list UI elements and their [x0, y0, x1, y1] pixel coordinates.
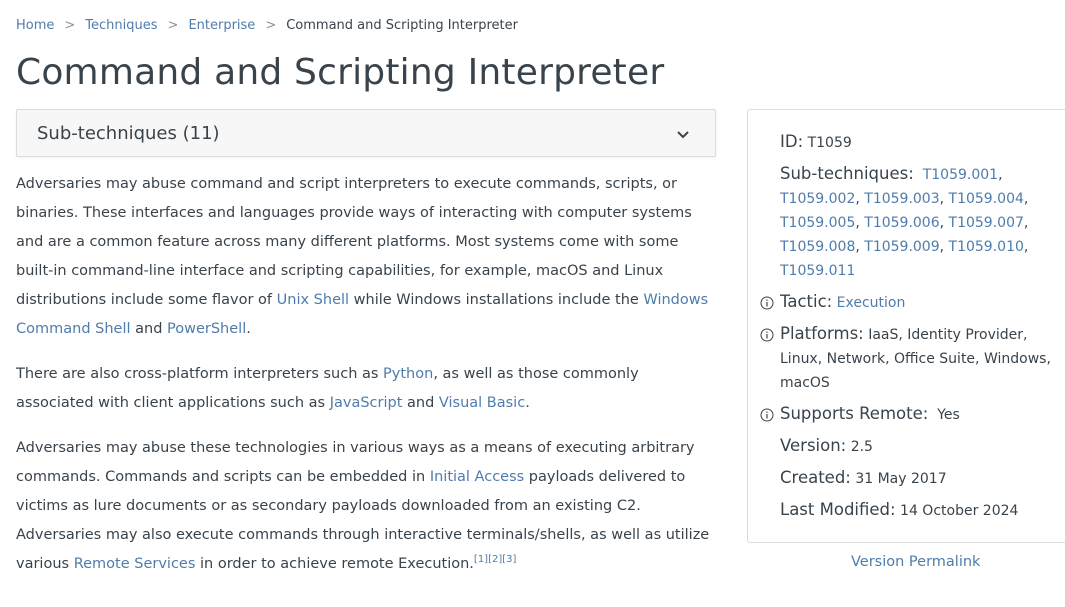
link-javascript[interactable]: JavaScript	[330, 395, 403, 411]
description-paragraph: Adversaries may abuse command and script…	[16, 170, 720, 344]
separator: ,	[855, 191, 865, 207]
breadcrumb-home[interactable]: Home	[16, 18, 54, 33]
description-text: in order to achieve remote Execution.	[195, 556, 474, 572]
card-id-value: T1059	[807, 135, 852, 151]
subtechnique-link[interactable]: T1059.006	[864, 215, 939, 231]
reference-link[interactable]: [1]	[474, 554, 488, 565]
info-icon[interactable]	[760, 408, 774, 422]
card-tactic-row: Tactic: Execution	[780, 290, 905, 315]
card-remote-value: Yes	[937, 407, 960, 423]
link-remote-services[interactable]: Remote Services	[74, 556, 196, 572]
subtechniques-toggle[interactable]: Sub-techniques (11)	[16, 109, 716, 157]
reference-link[interactable]: [2]	[488, 554, 502, 565]
subtechnique-link-list: T1059.001, T1059.002, T1059.003, T1059.0…	[780, 167, 1028, 279]
subtechnique-link[interactable]: T1059.004	[949, 191, 1024, 207]
subtechnique-link[interactable]: T1059.002	[780, 191, 855, 207]
subtechnique-link[interactable]: T1059.005	[780, 215, 855, 231]
card-version-value: 2.5	[850, 439, 873, 455]
description-paragraph: There are also cross-platform interprete…	[16, 360, 720, 418]
separator: ,	[998, 167, 1003, 183]
separator: ,	[855, 239, 865, 255]
link-initial-access[interactable]: Initial Access	[430, 469, 524, 485]
description-text: and	[402, 395, 439, 411]
card-created-value: 31 May 2017	[855, 471, 947, 487]
breadcrumb-current: Command and Scripting Interpreter	[286, 18, 518, 33]
breadcrumb-enterprise[interactable]: Enterprise	[188, 18, 255, 33]
link-powershell[interactable]: PowerShell	[167, 321, 246, 337]
subtechnique-link[interactable]: T1059.008	[780, 239, 855, 255]
technique-description: Adversaries may abuse command and script…	[16, 170, 720, 595]
link-visual-basic[interactable]: Visual Basic	[439, 395, 525, 411]
link-unix-shell[interactable]: Unix Shell	[277, 292, 349, 308]
separator: ,	[1023, 215, 1029, 231]
subtechnique-link[interactable]: T1059.003	[864, 191, 939, 207]
breadcrumb-techniques[interactable]: Techniques	[85, 18, 157, 33]
card-created-label: Created:	[780, 468, 851, 487]
card-id-row: ID: T1059	[780, 130, 852, 155]
card-remote-label: Supports Remote:	[780, 404, 929, 423]
description-paragraph: Adversaries may abuse these technologies…	[16, 434, 720, 579]
link-tactic-execution[interactable]: Execution	[837, 295, 906, 311]
separator: ,	[1023, 191, 1029, 207]
description-text: while Windows installations include the	[349, 292, 644, 308]
card-tactic-label: Tactic:	[780, 292, 833, 311]
card-subtechniques-label: Sub-techniques:	[780, 164, 914, 183]
description-text: Adversaries may abuse command and script…	[16, 176, 692, 308]
link-python[interactable]: Python	[383, 366, 433, 382]
subtechnique-link[interactable]: T1059.001	[923, 167, 998, 183]
separator: ,	[1023, 239, 1029, 255]
reference-link[interactable]: [3]	[502, 554, 516, 565]
technique-info-card: ID: T1059 Sub-techniques: T1059.001, T10…	[747, 109, 1065, 543]
breadcrumb-separator: >	[265, 18, 277, 33]
separator: ,	[939, 239, 949, 255]
subtechniques-toggle-label: Sub-techniques (11)	[37, 123, 220, 144]
card-id-label: ID:	[780, 132, 804, 151]
breadcrumb-separator: >	[167, 18, 179, 33]
subtechnique-link[interactable]: T1059.009	[864, 239, 939, 255]
info-icon[interactable]	[760, 328, 774, 342]
page-title: Command and Scripting Interpreter	[16, 52, 665, 93]
card-version-label: Version:	[780, 436, 847, 455]
card-remote-row: Supports Remote: Yes	[780, 402, 960, 427]
description-text: and	[130, 321, 168, 337]
card-created-row: Created: 31 May 2017	[780, 466, 947, 491]
card-platforms-label: Platforms:	[780, 324, 864, 343]
separator: ,	[939, 215, 949, 231]
description-text: .	[246, 321, 251, 337]
breadcrumb-separator: >	[64, 18, 76, 33]
breadcrumb: Home > Techniques > Enterprise > Command and S…	[16, 18, 518, 33]
version-permalink[interactable]: Version Permalink	[851, 554, 980, 570]
chevron-down-icon	[677, 131, 689, 139]
description-text: .	[525, 395, 530, 411]
card-modified-label: Last Modified:	[780, 500, 896, 519]
subtechnique-link[interactable]: T1059.011	[780, 263, 855, 279]
subtechnique-link[interactable]: T1059.007	[949, 215, 1024, 231]
info-icon[interactable]	[760, 296, 774, 310]
description-text: There are also cross-platform interprete…	[16, 366, 384, 382]
separator: ,	[855, 215, 865, 231]
card-version-row: Version: 2.5	[780, 434, 873, 459]
card-modified-row: Last Modified: 14 October 2024	[780, 498, 1018, 523]
separator: ,	[939, 191, 949, 207]
card-modified-value: 14 October 2024	[900, 503, 1019, 519]
card-platforms-row: Platforms: IaaS, Identity Provider, Linu…	[780, 322, 1052, 395]
subtechnique-link[interactable]: T1059.010	[949, 239, 1024, 255]
card-subtechniques-row: Sub-techniques: T1059.001, T1059.002, T1…	[780, 162, 1030, 283]
